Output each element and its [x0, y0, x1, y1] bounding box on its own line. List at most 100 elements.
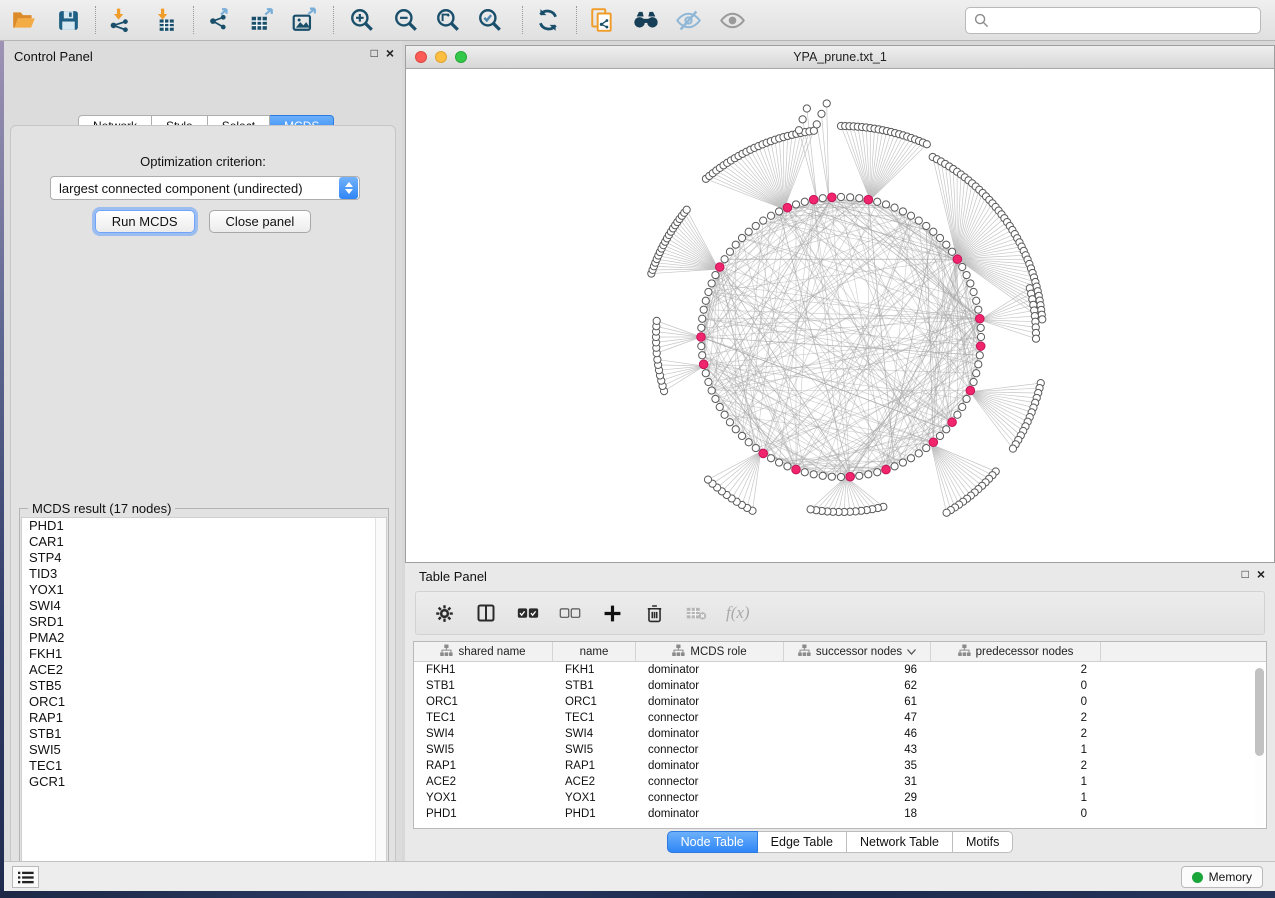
memory-label: Memory	[1209, 870, 1252, 884]
criterion-value: largest connected component (undirected)	[51, 181, 339, 196]
column-header-predecessor-nodes[interactable]: predecessor nodes	[931, 642, 1101, 661]
close-table-panel-icon[interactable]: ×	[1257, 568, 1265, 580]
tab-network-table[interactable]: Network Table	[847, 831, 953, 853]
mcds-result-item[interactable]: STB5	[22, 678, 386, 694]
search-field[interactable]	[965, 7, 1261, 34]
cell-name: TEC1	[553, 710, 636, 726]
cell-shared-name: PHD1	[414, 806, 553, 822]
trash-icon[interactable]	[642, 601, 666, 625]
zoom-fit-icon[interactable]	[432, 4, 464, 36]
deselect-all-icon[interactable]	[558, 601, 582, 625]
mcds-result-item[interactable]: YOX1	[22, 582, 386, 598]
table-row[interactable]: ACE2ACE2connector311	[414, 774, 1266, 790]
mcds-result-item[interactable]: CAR1	[22, 534, 386, 550]
mcds-result-item[interactable]: PHD1	[22, 518, 386, 534]
copy-style-icon[interactable]	[586, 4, 618, 36]
column-header-name[interactable]: name	[553, 642, 636, 661]
refresh-icon[interactable]	[532, 4, 564, 36]
column-view-icon[interactable]	[474, 601, 498, 625]
export-table-icon[interactable]	[246, 4, 278, 36]
mcds-result-item[interactable]: SRD1	[22, 614, 386, 630]
column-header-successor-nodes[interactable]: successor nodes	[784, 642, 931, 661]
zoom-in-icon[interactable]	[346, 4, 378, 36]
hide-selected-icon[interactable]	[672, 4, 704, 36]
mcds-result-item[interactable]: STP4	[22, 550, 386, 566]
function-builder-icon: f(x)	[726, 603, 750, 623]
table-row[interactable]: STB1STB1dominator620	[414, 678, 1266, 694]
run-mcds-button[interactable]: Run MCDS	[95, 210, 195, 233]
table-scrollbar[interactable]	[1255, 666, 1264, 826]
cell-predecessor-nodes: 2	[931, 710, 1101, 726]
table-row[interactable]: YOX1YOX1connector291	[414, 790, 1266, 806]
cell-successor-nodes: 62	[784, 678, 931, 694]
export-image-icon[interactable]	[288, 4, 320, 36]
import-network-icon[interactable]	[104, 4, 136, 36]
criterion-dropdown[interactable]: largest connected component (undirected)	[50, 176, 360, 200]
close-panel-button[interactable]: Close panel	[209, 210, 312, 233]
zoom-out-icon[interactable]	[390, 4, 422, 36]
column-header-MCDS-role[interactable]: MCDS role	[636, 642, 784, 661]
table-row[interactable]: TEC1TEC1connector472	[414, 710, 1266, 726]
import-table-icon[interactable]	[148, 4, 180, 36]
select-all-icon[interactable]	[516, 601, 540, 625]
cell-name: YOX1	[553, 790, 636, 806]
cell-name: RAP1	[553, 758, 636, 774]
cell-successor-nodes: 61	[784, 694, 931, 710]
tab-node-table[interactable]: Node Table	[667, 831, 758, 853]
cell-predecessor-nodes: 1	[931, 774, 1101, 790]
float-table-panel-icon[interactable]: □	[1242, 568, 1249, 580]
export-network-icon[interactable]	[204, 4, 236, 36]
cell-successor-nodes: 31	[784, 774, 931, 790]
close-panel-icon[interactable]: ×	[386, 47, 394, 59]
memory-button[interactable]: Memory	[1181, 866, 1263, 888]
cell-MCDS-role: connector	[636, 774, 784, 790]
cell-name: STB1	[553, 678, 636, 694]
zoom-selected-icon[interactable]	[474, 4, 506, 36]
tab-edge-table[interactable]: Edge Table	[758, 831, 847, 853]
mcds-result-item[interactable]: STB1	[22, 726, 386, 742]
mcds-result-list[interactable]: PHD1CAR1STP4TID3YOX1SWI4SRD1PMA2FKH1ACE2…	[21, 517, 387, 874]
table-header-row: shared namenameMCDS rolesuccessor nodesp…	[414, 642, 1266, 662]
cell-successor-nodes: 35	[784, 758, 931, 774]
gear-icon[interactable]	[432, 601, 456, 625]
cell-MCDS-role: dominator	[636, 726, 784, 742]
mcds-result-item[interactable]: ORC1	[22, 694, 386, 710]
table-scrollbar-thumb[interactable]	[1255, 668, 1264, 756]
mcds-result-item[interactable]: RAP1	[22, 710, 386, 726]
column-header-shared-name[interactable]: shared name	[414, 642, 553, 661]
table-row[interactable]: PHD1PHD1dominator180	[414, 806, 1266, 822]
show-all-icon[interactable]	[716, 4, 748, 36]
list-scrollbar[interactable]	[375, 518, 386, 873]
tab-motifs[interactable]: Motifs	[953, 831, 1013, 853]
mcds-result-item[interactable]: SWI5	[22, 742, 386, 758]
task-history-button[interactable]	[12, 866, 39, 888]
cell-MCDS-role: dominator	[636, 758, 784, 774]
add-column-icon[interactable]	[600, 601, 624, 625]
mcds-result-item[interactable]: ACE2	[22, 662, 386, 678]
network-canvas[interactable]	[406, 69, 1274, 562]
mcds-result-item[interactable]: TEC1	[22, 758, 386, 774]
search-network-icon[interactable]	[630, 4, 662, 36]
mcds-result-item[interactable]: TID3	[22, 566, 386, 582]
mcds-result-item[interactable]: GCR1	[22, 774, 386, 790]
table-row[interactable]: SWI4SWI4dominator462	[414, 726, 1266, 742]
float-panel-icon[interactable]: □	[371, 47, 378, 59]
mcds-result-item[interactable]: SWI4	[22, 598, 386, 614]
control-panel-title: Control Panel	[14, 49, 93, 64]
table-row[interactable]: ORC1ORC1dominator610	[414, 694, 1266, 710]
node-table[interactable]: shared namenameMCDS rolesuccessor nodesp…	[413, 641, 1267, 829]
table-tabs: Node TableEdge TableNetwork TableMotifs	[405, 831, 1275, 853]
save-icon[interactable]	[52, 4, 84, 36]
mcds-result-item[interactable]: PMA2	[22, 630, 386, 646]
cell-successor-nodes: 47	[784, 710, 931, 726]
cell-MCDS-role: dominator	[636, 694, 784, 710]
open-folder-icon[interactable]	[8, 4, 40, 36]
network-titlebar[interactable]: YPA_prune.txt_1	[406, 46, 1274, 69]
mcds-result-item[interactable]: FKH1	[22, 646, 386, 662]
network-graph	[406, 69, 1274, 562]
table-row[interactable]: FKH1FKH1dominator962	[414, 662, 1266, 678]
toolbar-separator	[95, 6, 96, 34]
search-input[interactable]	[995, 13, 1260, 28]
table-row[interactable]: RAP1RAP1dominator352	[414, 758, 1266, 774]
table-row[interactable]: SWI5SWI5connector431	[414, 742, 1266, 758]
